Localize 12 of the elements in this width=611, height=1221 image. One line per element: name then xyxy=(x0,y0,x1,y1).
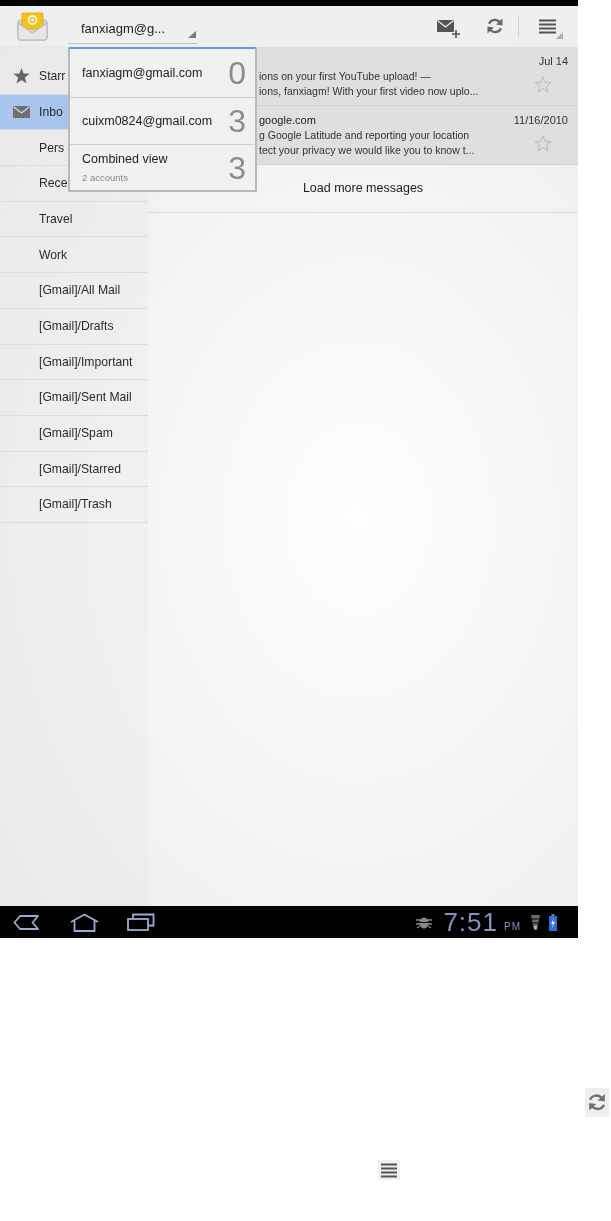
unread-count: 3 xyxy=(228,105,246,137)
message-date: 11/16/2010 xyxy=(513,113,568,128)
message-date: Jul 14 xyxy=(538,54,568,69)
message-sender: google.com xyxy=(259,113,317,128)
message-snippet: tect your privacy we would like you to know t... xyxy=(259,143,476,158)
message-snippet: ions, fanxiagm! With your first video now uplo... xyxy=(259,84,480,99)
unread-count: 0 xyxy=(228,57,246,89)
account-detail: 2 accounts xyxy=(82,171,129,186)
message-subject: ions on your first YouTube upload! — xyxy=(259,69,432,84)
clock-period: PM xyxy=(504,919,521,934)
clock-time: 7:51 xyxy=(443,909,498,935)
message-subject: g Google Latitude and reporting your location xyxy=(259,128,471,143)
